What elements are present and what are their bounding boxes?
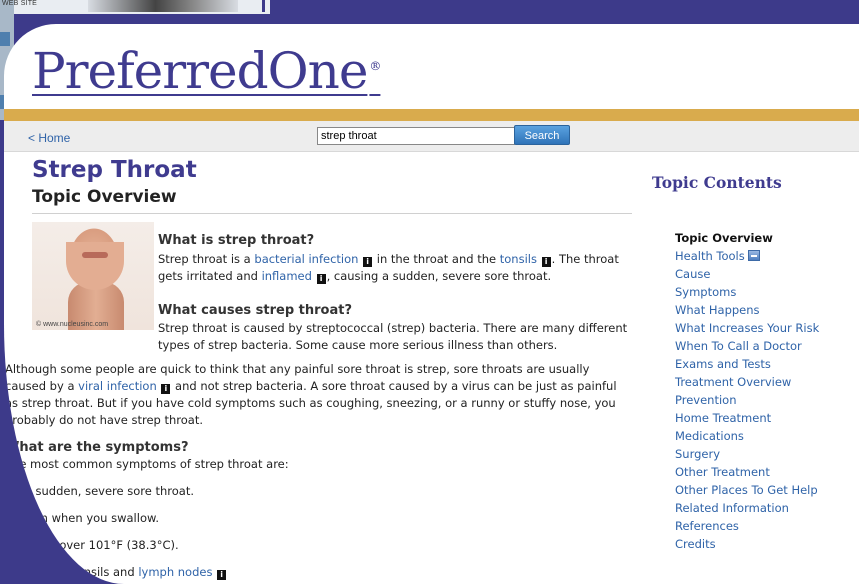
list-item: Pain when you swallow. bbox=[6, 510, 227, 537]
link-inflamed[interactable]: inflamed bbox=[262, 269, 312, 283]
bullet-icon bbox=[10, 570, 14, 574]
nav-bar: < Home Search bbox=[4, 121, 859, 152]
link-viral-infection[interactable]: viral infection bbox=[78, 379, 157, 393]
background-website-label: WEB SITE bbox=[2, 0, 38, 7]
home-link[interactable]: < Home bbox=[28, 131, 70, 145]
toc-item-exams[interactable]: Exams and Tests bbox=[675, 355, 819, 373]
link-tonsils[interactable]: tonsils bbox=[500, 252, 537, 266]
registered-mark: ® bbox=[369, 59, 381, 74]
list-item: Swollen tonsils and lymph nodes i bbox=[6, 564, 227, 584]
paragraph-text: , causing a sudden, severe sore throat. bbox=[326, 269, 552, 283]
info-icon[interactable]: i bbox=[541, 257, 551, 267]
toc-item-medications[interactable]: Medications bbox=[675, 427, 819, 445]
page-title: Strep Throat bbox=[32, 157, 197, 183]
symptoms-intro: The most common symptoms of strep throat… bbox=[5, 457, 289, 471]
bullet-icon bbox=[10, 489, 14, 493]
toc-item-treatment-overview[interactable]: Treatment Overview bbox=[675, 373, 819, 391]
toc-item-risk[interactable]: What Increases Your Risk bbox=[675, 319, 819, 337]
toc-item-health-tools[interactable]: Health Tools bbox=[675, 247, 819, 265]
paragraph-text: in the throat and the bbox=[373, 252, 500, 266]
link-bacterial-infection[interactable]: bacterial infection bbox=[254, 252, 358, 266]
toc-item-related-information[interactable]: Related Information bbox=[675, 499, 819, 517]
section-heading-causes: What causes strep throat? bbox=[158, 303, 353, 318]
toc-item-what-happens[interactable]: What Happens bbox=[675, 301, 819, 319]
chin-shape bbox=[66, 242, 124, 290]
page-subtitle: Topic Overview bbox=[32, 187, 177, 207]
symptom-text: Fever over 101°F (38.3°C). bbox=[24, 538, 179, 552]
info-icon[interactable]: i bbox=[161, 384, 171, 394]
toc-item-home-treatment[interactable]: Home Treatment bbox=[675, 409, 819, 427]
accent-bar bbox=[4, 109, 859, 121]
topic-contents-title: Topic Contents bbox=[652, 173, 782, 192]
toc-item-other-places[interactable]: Other Places To Get Help bbox=[675, 481, 819, 499]
toc-item-references[interactable]: References bbox=[675, 517, 819, 535]
section-heading-symptoms: What are the symptoms? bbox=[5, 440, 189, 455]
topic-contents-list: Topic Overview Health Tools Cause Sympto… bbox=[675, 229, 819, 553]
search-button[interactable]: Search bbox=[514, 125, 570, 145]
info-icon[interactable]: i bbox=[217, 570, 227, 580]
image-credit: © www.nucleusinc.com bbox=[36, 321, 109, 328]
toc-item-other-treatment[interactable]: Other Treatment bbox=[675, 463, 819, 481]
mouth-shape bbox=[82, 252, 108, 258]
toc-item-surgery[interactable]: Surgery bbox=[675, 445, 819, 463]
symptom-text: Swollen tonsils and bbox=[24, 565, 139, 579]
main-card: PreferredOne® < Home Search Strep Throat… bbox=[4, 24, 859, 584]
toc-item-cause[interactable]: Cause bbox=[675, 265, 819, 283]
list-item: A sudden, severe sore throat. bbox=[6, 483, 227, 510]
logo-text: PreferredOne bbox=[32, 42, 368, 100]
symptom-text: Pain when you swallow. bbox=[24, 511, 159, 525]
background-tab[interactable] bbox=[0, 32, 10, 46]
bullet-icon bbox=[10, 543, 14, 547]
preferredone-logo[interactable]: PreferredOne ® bbox=[32, 46, 381, 96]
toc-item-call-doctor[interactable]: When To Call a Doctor bbox=[675, 337, 819, 355]
toc-item-label: Health Tools bbox=[675, 249, 745, 263]
throat-illustration: © www.nucleusinc.com bbox=[32, 222, 154, 330]
symptom-text: A sudden, severe sore throat. bbox=[24, 484, 194, 498]
toc-item-credits[interactable]: Credits bbox=[675, 535, 819, 553]
background-frame-line bbox=[262, 0, 265, 12]
health-tools-icon bbox=[747, 250, 760, 261]
symptoms-list: A sudden, severe sore throat. Pain when … bbox=[6, 483, 227, 584]
list-item: Fever over 101°F (38.3°C). bbox=[6, 537, 227, 564]
section-heading-what-is: What is strep throat? bbox=[158, 233, 315, 248]
paragraph-causes: Strep throat is caused by streptococcal … bbox=[158, 321, 628, 352]
toc-item-prevention[interactable]: Prevention bbox=[675, 391, 819, 409]
link-lymph-nodes[interactable]: lymph nodes bbox=[138, 565, 212, 579]
info-icon[interactable]: i bbox=[316, 274, 326, 284]
paragraph-what-is: Strep throat is a bacterial infection i … bbox=[158, 251, 633, 285]
search-input[interactable] bbox=[317, 127, 515, 145]
toc-item-topic-overview: Topic Overview bbox=[675, 231, 773, 245]
paragraph-sore-throat: Although some people are quick to think … bbox=[5, 361, 633, 429]
bullet-icon bbox=[10, 516, 14, 520]
background-photo bbox=[88, 0, 238, 12]
title-divider bbox=[32, 213, 632, 214]
toc-item-symptoms[interactable]: Symptoms bbox=[675, 283, 819, 301]
info-icon[interactable]: i bbox=[363, 257, 373, 267]
paragraph-text: Strep throat is a bbox=[158, 252, 255, 266]
